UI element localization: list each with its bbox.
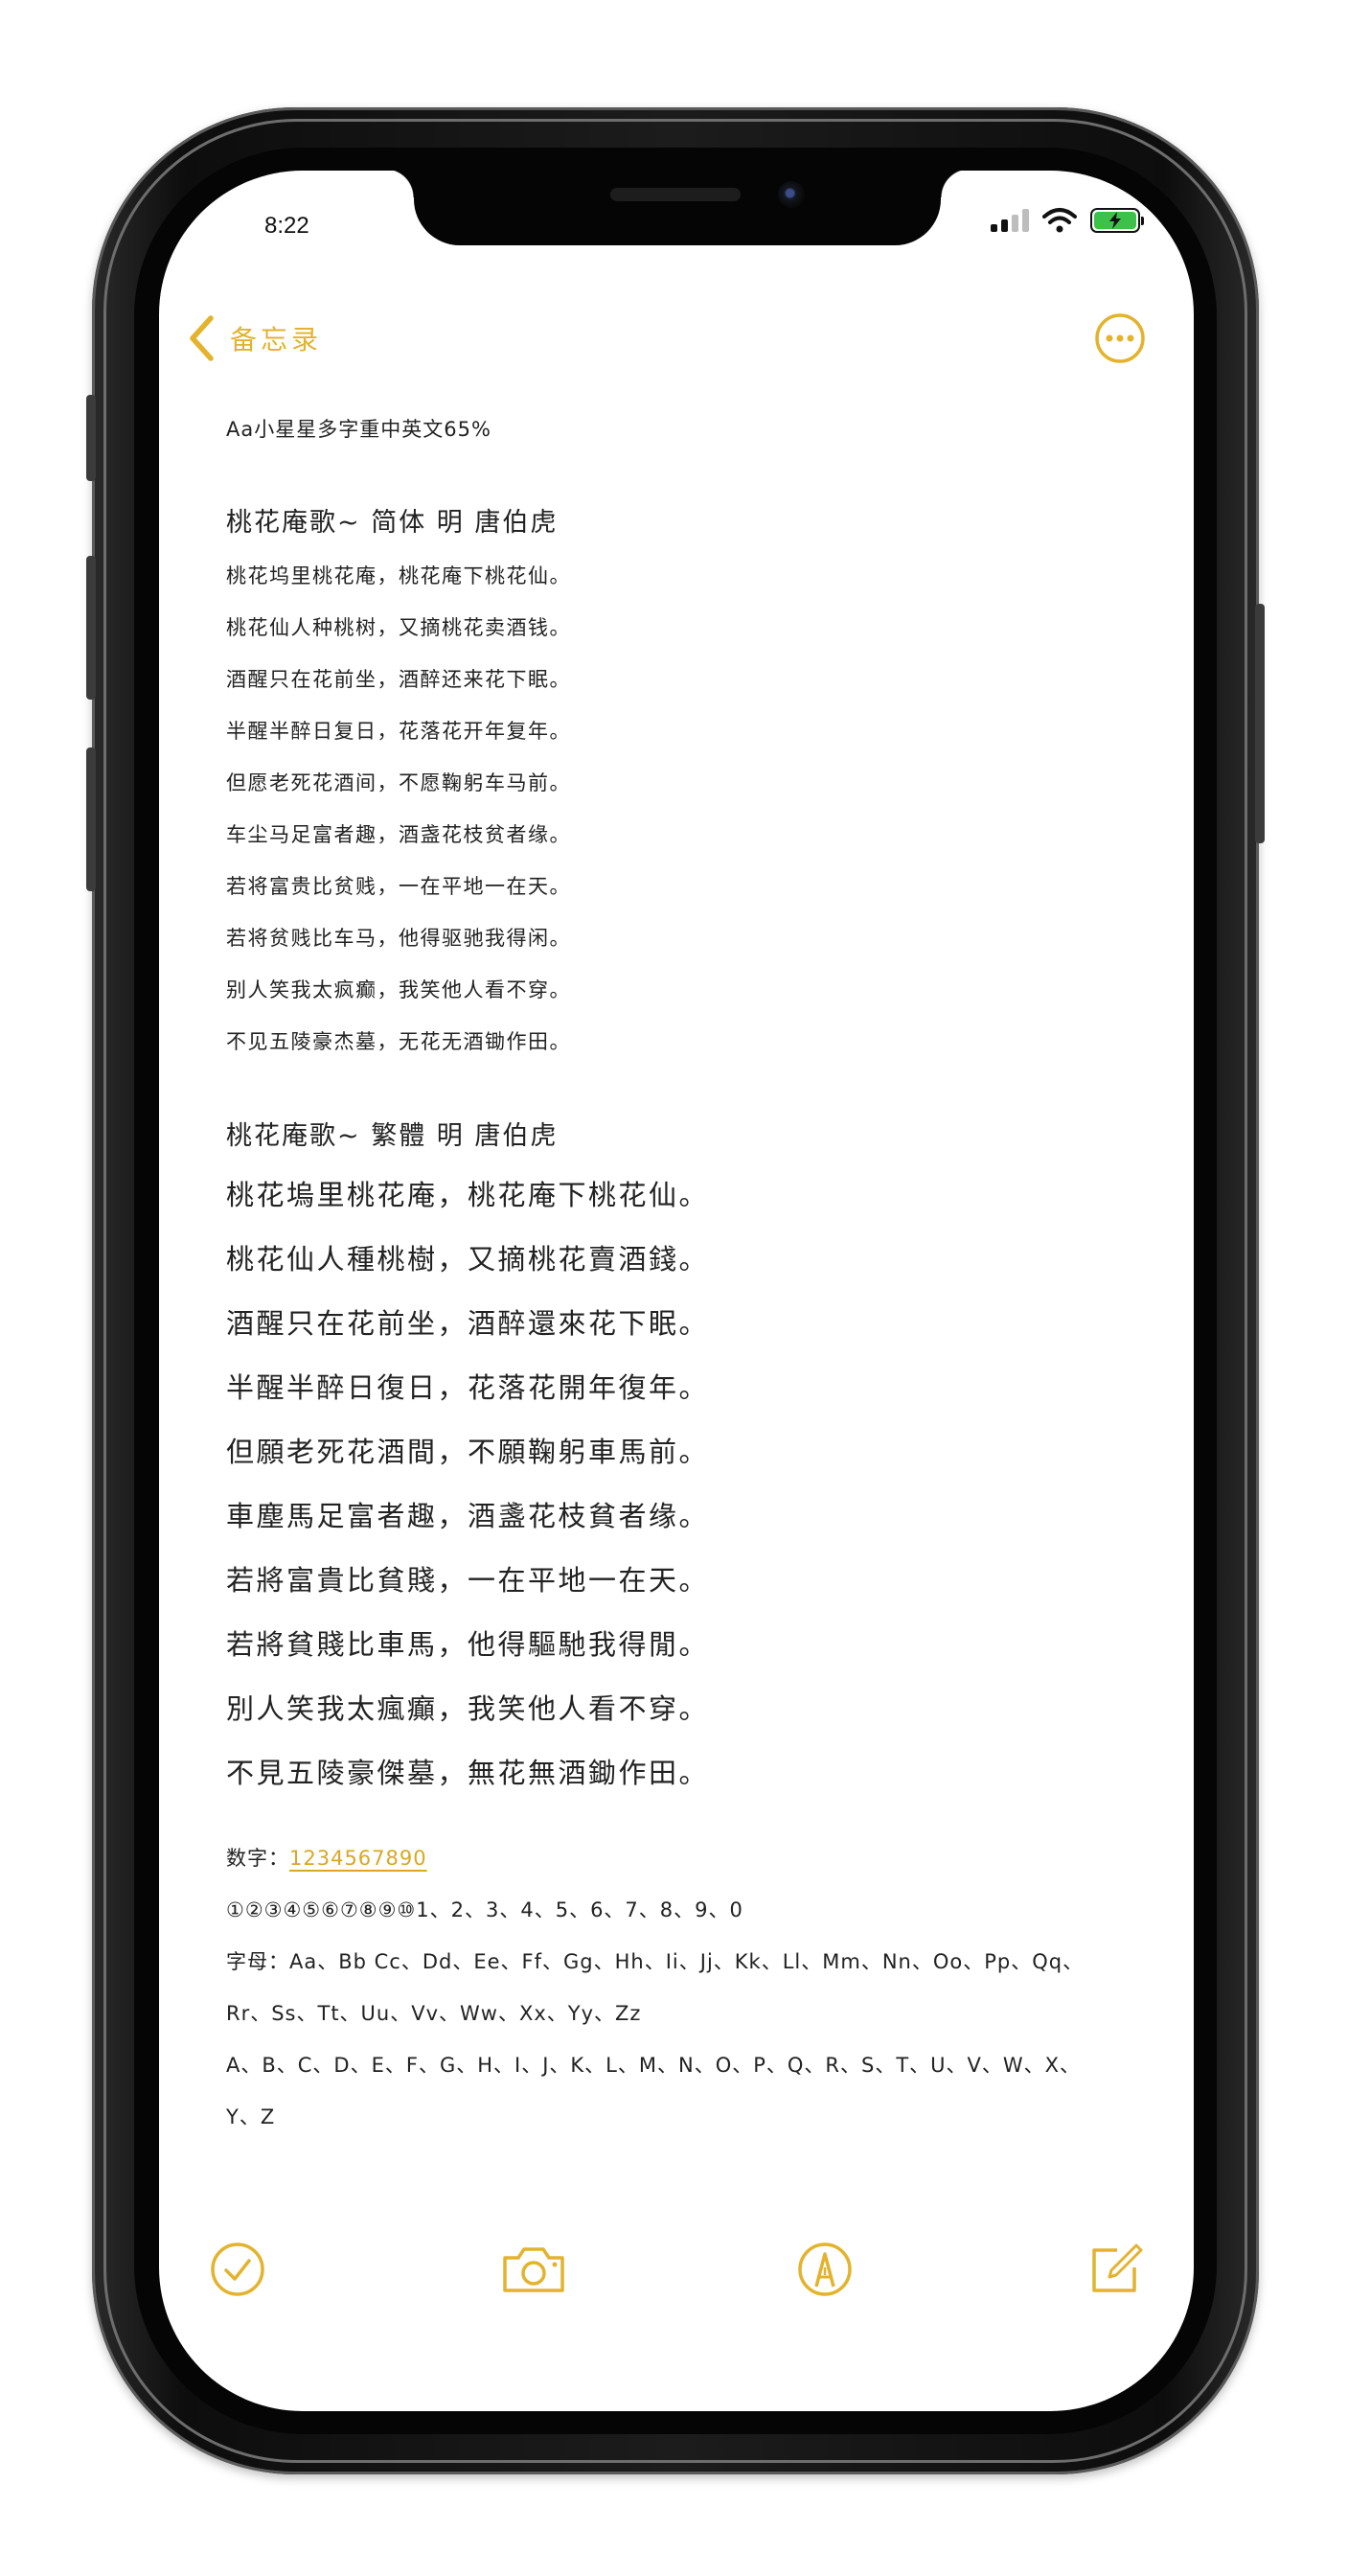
volume-up-button bbox=[86, 556, 96, 700]
simplified-line: 半醒半醉日复日，花落花开年复年。 bbox=[226, 720, 571, 743]
traditional-line: 若將貧賤比車馬，他得驅馳我得閒。 bbox=[226, 1628, 710, 1661]
simplified-line: 酒醒只在花前坐，酒醉还来花下眠。 bbox=[226, 668, 571, 691]
mute-switch bbox=[86, 395, 96, 481]
earpiece-speaker bbox=[610, 188, 741, 201]
circled-digits-line: ①②③④⑤⑥⑦⑧⑨⑩1、2、3、4、5、6、7、8、9、0 bbox=[226, 1898, 743, 1921]
navigation-bar: 备忘录 bbox=[159, 305, 1194, 372]
traditional-line: 半醒半醉日復日，花落花開年復年。 bbox=[226, 1371, 710, 1404]
letters-line: Rr、Ss、Tt、Uu、Vv、Ww、Xx、Yy、Zz bbox=[226, 2002, 642, 2025]
simplified-line: 但愿老死花酒间，不愿鞠躬车马前。 bbox=[226, 771, 571, 794]
uppercase-line: Y、Z bbox=[226, 2105, 276, 2128]
traditional-line: 但願老死花酒間，不願鞠躬車馬前。 bbox=[226, 1436, 710, 1468]
traditional-line: 桃花仙人種桃樹，又摘桃花賣酒錢。 bbox=[226, 1243, 710, 1276]
notch bbox=[385, 171, 970, 245]
traditional-line: 若將富貴比貧賤，一在平地一在天。 bbox=[226, 1564, 710, 1597]
simplified-line: 车尘马足富者趣，酒盏花枝贫者缘。 bbox=[226, 823, 571, 846]
traditional-line: 酒醒只在花前坐，酒醉還來花下眠。 bbox=[226, 1307, 710, 1340]
traditional-line: 車塵馬足富者趣，酒盞花枝貧者缘。 bbox=[226, 1500, 710, 1532]
simplified-line: 若将贫贱比车马，他得驱驰我得闲。 bbox=[226, 927, 571, 950]
checkmark-circle-icon[interactable] bbox=[209, 2241, 266, 2298]
power-button bbox=[1255, 604, 1265, 843]
volume-down-button bbox=[86, 748, 96, 891]
digits-link[interactable]: 1234567890 bbox=[289, 1847, 427, 1870]
traditional-line: 桃花塢里桃花庵，桃花庵下桃花仙。 bbox=[226, 1179, 710, 1211]
simplified-line: 别人笑我太疯癫，我笑他人看不穿。 bbox=[226, 978, 571, 1001]
back-label: 备忘录 bbox=[230, 324, 323, 356]
simplified-line: 若将富贵比贫贱，一在平地一在天。 bbox=[226, 875, 571, 898]
letters-line: 字母：Aa、Bb Cc、Dd、Ee、Ff、Gg、Hh、Ii、Jj、Kk、Ll、M… bbox=[226, 1950, 1085, 1973]
compose-icon[interactable] bbox=[1086, 2241, 1144, 2298]
traditional-line: 不見五陵豪傑墓，無花無酒鋤作田。 bbox=[226, 1757, 710, 1789]
simplified-line: 不见五陵豪杰墓，无花无酒锄作田。 bbox=[226, 1030, 571, 1053]
status-icons bbox=[991, 207, 1144, 234]
pen-tip-circle-icon[interactable] bbox=[796, 2241, 854, 2298]
bottom-toolbar bbox=[159, 2231, 1194, 2308]
cellular-signal-icon bbox=[991, 209, 1029, 232]
uppercase-line: A、B、C、D、E、F、G、H、I、J、K、L、M、N、O、P、Q、R、S、T、… bbox=[226, 2054, 1082, 2077]
screen: 8:22 备忘录 Aa小星星多字重中英文65% 桃花庵歌~ 简体 明 唐伯虎 桃… bbox=[159, 171, 1194, 2411]
simplified-line: 桃花仙人种桃树，又摘桃花卖酒钱。 bbox=[226, 616, 571, 639]
front-camera bbox=[778, 181, 805, 208]
back-button[interactable]: 备忘录 bbox=[188, 305, 322, 372]
note-header: Aa小星星多字重中英文65% bbox=[226, 418, 491, 441]
ellipsis-circle-icon[interactable] bbox=[1094, 312, 1146, 364]
traditional-title: 桃花庵歌~ 繁體 明 唐伯虎 bbox=[226, 1121, 559, 1151]
note-body[interactable]: Aa小星星多字重中英文65% 桃花庵歌~ 简体 明 唐伯虎 桃花坞里桃花庵，桃花… bbox=[226, 410, 1146, 2143]
simplified-title: 桃花庵歌~ 简体 明 唐伯虎 bbox=[226, 508, 559, 538]
charging-bolt-icon bbox=[1109, 212, 1121, 229]
traditional-line: 別人笑我太瘋癲，我笑他人看不穿。 bbox=[226, 1692, 710, 1725]
digits-line: 数字：1234567890 bbox=[226, 1832, 1146, 1884]
status-time: 8:22 bbox=[264, 213, 309, 239]
battery-icon bbox=[1090, 208, 1144, 233]
simplified-line: 桃花坞里桃花庵，桃花庵下桃花仙。 bbox=[226, 564, 571, 587]
digits-label: 数字： bbox=[226, 1847, 289, 1870]
camera-icon[interactable] bbox=[499, 2241, 568, 2298]
wifi-icon bbox=[1042, 208, 1077, 233]
chevron-left-icon bbox=[190, 315, 214, 361]
